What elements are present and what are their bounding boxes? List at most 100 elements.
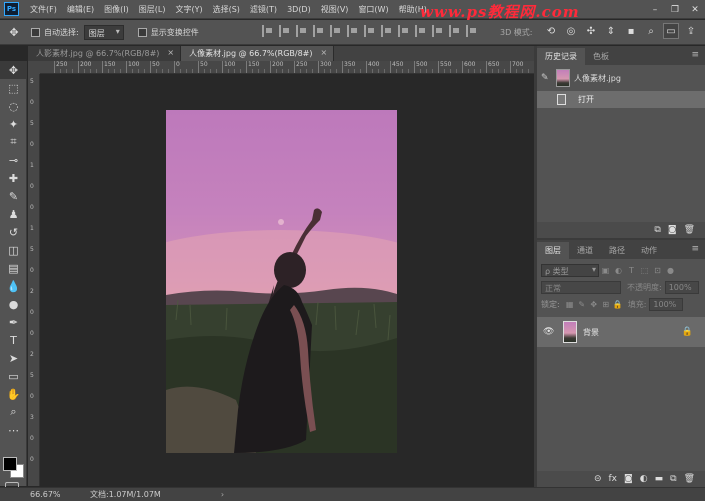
auto-align-icon[interactable] — [466, 25, 477, 37]
3d-pan-icon[interactable]: ✣ — [583, 23, 599, 39]
close-icon[interactable]: × — [167, 48, 174, 61]
lock-image-icon[interactable]: ✎ — [576, 300, 588, 309]
align-center-icon[interactable] — [279, 25, 290, 37]
gradient-tool-icon[interactable]: ▤ — [0, 259, 27, 277]
search-icon[interactable]: ⌕ — [643, 23, 659, 39]
tab-document-1[interactable]: 人影素材.jpg @ 66.7%(RGB/8#) × — [28, 46, 182, 61]
move-tool-preset-icon[interactable]: ✥ — [6, 24, 22, 40]
history-brush-source-icon[interactable]: ✎ — [541, 73, 553, 83]
lock-position-icon[interactable]: ✥ — [588, 300, 600, 309]
menu-edit[interactable]: 编辑(E) — [62, 4, 99, 15]
clone-stamp-tool-icon[interactable]: ♟ — [0, 205, 27, 223]
trash-icon[interactable]: 🗑 — [684, 474, 695, 484]
magic-wand-tool-icon[interactable]: ✦ — [0, 115, 27, 133]
menu-window[interactable]: 窗口(W) — [353, 4, 393, 15]
distribute-middle-icon[interactable] — [381, 25, 392, 37]
new-document-from-state-icon[interactable]: ⧉ — [654, 225, 660, 235]
align-bottom-icon[interactable] — [347, 25, 358, 37]
distribute-bottom-icon[interactable] — [398, 25, 409, 37]
blend-mode-dropdown[interactable]: 正常 — [541, 281, 621, 294]
add-mask-icon[interactable]: ◙ — [624, 474, 633, 484]
eye-icon[interactable]: 👁 — [543, 327, 557, 337]
move-tool-icon[interactable]: ✥ — [0, 61, 27, 79]
menu-type[interactable]: 文字(Y) — [170, 4, 207, 15]
auto-select-checkbox[interactable] — [31, 27, 40, 37]
link-layers-icon[interactable]: ⊝ — [594, 474, 602, 484]
menu-filter[interactable]: 滤镜(T) — [245, 4, 282, 15]
marquee-tool-icon[interactable]: ⬚ — [0, 79, 27, 97]
align-left-icon[interactable] — [262, 25, 273, 37]
pixel-filter-icon[interactable]: ▣ — [599, 266, 612, 275]
menu-view[interactable]: 视图(V) — [316, 4, 354, 15]
panel-menu-icon[interactable]: ≡ — [691, 50, 699, 60]
new-group-icon[interactable]: ▬ — [655, 474, 664, 484]
dodge-tool-icon[interactable]: ● — [0, 295, 27, 313]
eyedropper-tool-icon[interactable]: ⊸ — [0, 151, 27, 169]
tab-actions[interactable]: 动作 — [633, 242, 665, 259]
show-transform-checkbox[interactable] — [137, 27, 147, 37]
share-icon[interactable]: ⇪ — [683, 23, 699, 39]
blur-tool-icon[interactable]: 💧 — [0, 277, 27, 295]
tab-channels[interactable]: 通道 — [569, 242, 601, 259]
lock-artboard-icon[interactable]: ⊞ — [600, 300, 612, 309]
type-tool-icon[interactable]: T — [0, 331, 27, 349]
history-snapshot[interactable]: ✎ 人像素材.jpg — [537, 65, 705, 91]
camera-snapshot-icon[interactable]: ◙ — [668, 225, 677, 235]
tab-document-2[interactable]: 人像素材.jpg @ 66.7%(RGB/8#) × — [181, 46, 335, 61]
more-tools-icon[interactable]: ⋯ — [0, 421, 27, 439]
new-layer-icon[interactable]: ⧉ — [670, 474, 676, 484]
history-state-open[interactable]: 打开 — [537, 91, 705, 108]
menu-image[interactable]: 图像(I) — [99, 4, 134, 15]
adjustment-layer-icon[interactable]: ◐ — [640, 474, 648, 484]
align-middle-icon[interactable] — [330, 25, 341, 37]
pen-tool-icon[interactable]: ✒ — [0, 313, 27, 331]
lock-all-icon[interactable]: 🔒 — [612, 300, 624, 309]
filter-toggle-icon[interactable]: ● — [664, 266, 677, 275]
status-menu-arrow-icon[interactable]: › — [221, 490, 224, 499]
tab-paths[interactable]: 路径 — [601, 242, 633, 259]
eraser-tool-icon[interactable]: ◫ — [0, 241, 27, 259]
trash-icon[interactable]: 🗑 — [684, 225, 695, 235]
minimize-icon[interactable]: – — [645, 0, 665, 19]
history-brush-tool-icon[interactable]: ↺ — [0, 223, 27, 241]
layer-kind-filter[interactable]: ρ 类型 — [541, 264, 599, 277]
distribute-left-icon[interactable] — [415, 25, 426, 37]
lasso-tool-icon[interactable]: ◌ — [0, 97, 27, 115]
crop-tool-icon[interactable]: ⌗ — [0, 133, 27, 151]
menu-select[interactable]: 选择(S) — [208, 4, 245, 15]
lock-transparent-icon[interactable]: ▦ — [564, 300, 576, 309]
menu-file[interactable]: 文件(F) — [25, 4, 62, 15]
layer-row-background[interactable]: 👁 背景 🔒 — [537, 317, 705, 347]
panel-menu-icon[interactable]: ≡ — [691, 244, 699, 254]
type-filter-icon[interactable]: T — [625, 266, 638, 275]
distribute-top-icon[interactable] — [364, 25, 375, 37]
opacity-field[interactable]: 100% — [664, 281, 699, 294]
tab-history[interactable]: 历史记录 — [537, 48, 585, 65]
auto-select-target-dropdown[interactable]: 图层 — [83, 24, 124, 40]
align-right-icon[interactable] — [296, 25, 307, 37]
foreground-color-swatch[interactable] — [3, 457, 17, 471]
3d-scale-icon[interactable]: ▪ — [623, 23, 639, 39]
tab-swatches[interactable]: 色板 — [585, 48, 617, 65]
menu-3d[interactable]: 3D(D) — [282, 5, 316, 14]
3d-rotate-icon[interactable]: ⟲ — [543, 23, 559, 39]
smart-object-filter-icon[interactable]: ⊡ — [651, 266, 664, 275]
distribute-right-icon[interactable] — [449, 25, 460, 37]
restore-icon[interactable]: ❐ — [665, 0, 685, 19]
hand-tool-icon[interactable]: ✋ — [0, 385, 27, 403]
fill-field[interactable]: 100% — [649, 298, 684, 311]
zoom-level[interactable]: 66.67% — [0, 490, 70, 499]
align-top-icon[interactable] — [313, 25, 324, 37]
close-icon[interactable]: × — [321, 48, 328, 61]
adjustment-filter-icon[interactable]: ◐ — [612, 266, 625, 275]
path-selection-tool-icon[interactable]: ➤ — [0, 349, 27, 367]
document-canvas[interactable] — [40, 74, 534, 486]
tab-layers[interactable]: 图层 — [537, 242, 569, 259]
healing-brush-tool-icon[interactable]: ✚ — [0, 169, 27, 187]
menu-layer[interactable]: 图层(L) — [134, 4, 171, 15]
brush-tool-icon[interactable]: ✎ — [0, 187, 27, 205]
rectangle-tool-icon[interactable]: ▭ — [0, 367, 27, 385]
shape-filter-icon[interactable]: ⬚ — [638, 266, 651, 275]
workspace-switcher-icon[interactable]: ▭ — [663, 23, 679, 39]
layer-style-icon[interactable]: fx — [609, 474, 618, 484]
